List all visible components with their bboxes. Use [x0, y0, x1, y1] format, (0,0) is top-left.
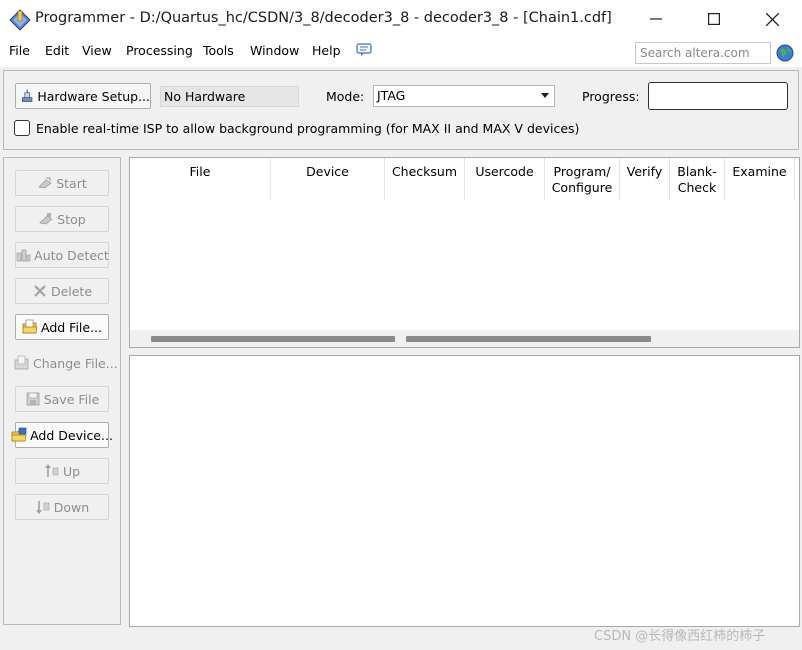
window-title: Programmer - D:/Quartus_hc/CSDN/3_8/deco… [35, 10, 612, 26]
column-device[interactable]: Device [271, 158, 385, 200]
add-device-icon [11, 427, 27, 442]
up-button[interactable]: Up [15, 458, 109, 484]
menu-file[interactable]: File [9, 43, 30, 58]
auto-detect-icon [16, 249, 31, 262]
add-file-button[interactable]: Add File... [15, 314, 109, 340]
save-file-button[interactable]: Save File [15, 386, 109, 412]
close-icon [765, 12, 779, 26]
stop-label: Stop [57, 211, 86, 227]
column-file[interactable]: File [130, 158, 271, 200]
stop-icon [39, 213, 53, 225]
column-usercode[interactable]: Usercode [465, 158, 545, 200]
maximize-button[interactable] [685, 0, 743, 38]
delete-button[interactable]: Delete [15, 278, 109, 304]
down-arrow-icon [35, 501, 50, 514]
current-hardware-field: No Hardware [160, 86, 299, 107]
menu-tools[interactable]: Tools [203, 43, 234, 58]
change-file-label: Change File... [33, 355, 118, 371]
column-program-configure[interactable]: Program/ Configure [545, 158, 620, 200]
watermark-text: CSDN @长得像西红柿的柿子 [594, 629, 766, 644]
down-button[interactable]: Down [15, 494, 109, 520]
up-label: Up [62, 463, 81, 479]
search-input[interactable]: Search altera.com [635, 42, 771, 64]
stop-button[interactable]: Stop [15, 206, 109, 232]
menu-help[interactable]: Help [312, 43, 341, 58]
mode-value: JTAG [377, 88, 406, 103]
auto-detect-label: Auto Detect [34, 247, 109, 263]
menu-view[interactable]: View [82, 43, 112, 58]
menu-edit[interactable]: Edit [45, 43, 69, 58]
start-button[interactable]: Start [15, 170, 109, 196]
scrollbar-thumb-right[interactable] [406, 336, 651, 342]
change-file-button[interactable]: Change File... [12, 350, 118, 376]
minimize-icon [650, 18, 662, 20]
speech-bubble-icon[interactable] [356, 43, 372, 57]
column-examine[interactable]: Examine [725, 158, 795, 200]
save-file-label: Save File [43, 391, 100, 407]
close-button[interactable] [743, 0, 801, 38]
globe-icon[interactable] [776, 44, 794, 62]
column-checksum[interactable]: Checksum [385, 158, 465, 200]
device-chain-table[interactable]: File Device Checksum Usercode Program/ C… [129, 157, 800, 348]
isp-checkbox[interactable] [14, 120, 30, 136]
mode-select[interactable]: JTAG [373, 85, 555, 107]
device-chain-diagram[interactable] [129, 355, 800, 627]
hardware-setup-label: Hardware Setup... [37, 88, 150, 104]
menu-window[interactable]: Window [250, 43, 299, 58]
hardware-setup-button[interactable]: Hardware Setup... [15, 83, 151, 109]
title-bar: Programmer - D:/Quartus_hc/CSDN/3_8/deco… [0, 0, 802, 38]
programmer-app-icon [9, 9, 31, 31]
add-device-label: Add Device... [30, 427, 113, 443]
start-label: Start [56, 175, 87, 191]
delete-label: Delete [50, 283, 93, 299]
menu-processing[interactable]: Processing [126, 43, 193, 58]
auto-detect-button[interactable]: Auto Detect [15, 242, 109, 268]
add-file-label: Add File... [40, 319, 102, 335]
minimize-button[interactable] [627, 0, 685, 38]
change-file-icon [14, 355, 29, 370]
start-icon [38, 177, 52, 189]
up-arrow-icon [44, 464, 59, 477]
dropdown-arrow-icon [541, 93, 549, 98]
add-file-icon [22, 319, 38, 334]
horizontal-scrollbar[interactable] [130, 330, 799, 347]
maximize-icon [708, 13, 720, 25]
column-blank-check[interactable]: Blank- Check [670, 158, 725, 200]
column-verify[interactable]: Verify [620, 158, 670, 200]
mode-label: Mode: [326, 89, 365, 104]
isp-checkbox-label: Enable real-time ISP to allow background… [36, 121, 580, 136]
scrollbar-thumb-left[interactable] [151, 336, 395, 342]
hardware-icon [22, 89, 33, 102]
add-device-button[interactable]: Add Device... [11, 422, 113, 448]
save-file-icon [26, 392, 40, 406]
progress-bar [648, 82, 788, 110]
down-label: Down [53, 499, 90, 515]
progress-label: Progress: [582, 89, 640, 104]
delete-icon [34, 285, 46, 297]
